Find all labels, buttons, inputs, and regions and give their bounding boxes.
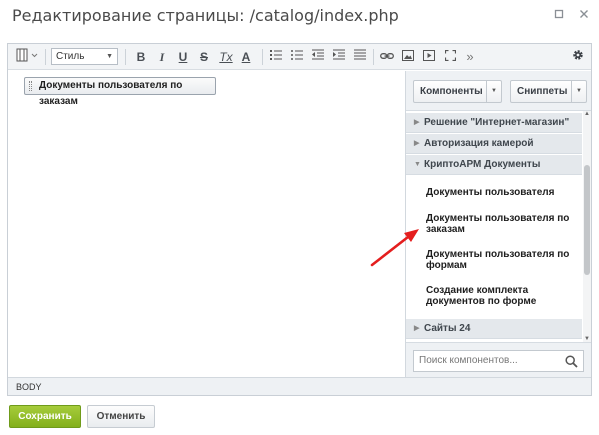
component-search-bar: Поиск компонентов...	[406, 342, 591, 377]
chevron-right-icon: ▶	[414, 140, 420, 147]
snippets-tab-button[interactable]: Сниппеты ▼	[510, 80, 587, 103]
toolbar-separator	[125, 49, 126, 65]
component-chip[interactable]: Документы пользователя по заказам	[24, 77, 216, 107]
toolbar-separator	[262, 49, 263, 65]
sidebar-tabs: Компоненты ▼ Сниппеты ▼	[406, 71, 591, 111]
toolbar-separator	[373, 49, 374, 65]
remove-format-button[interactable]: Tx	[218, 48, 234, 66]
restore-icon[interactable]	[552, 9, 566, 23]
view-mode-icon[interactable]	[15, 48, 41, 66]
indent-icon[interactable]	[332, 48, 346, 66]
chevron-down-icon: ▼	[414, 161, 421, 168]
underline-button[interactable]: U	[176, 48, 190, 66]
chevron-down-icon[interactable]: ▼	[571, 81, 586, 102]
category-cryptoarm-documents[interactable]: ▼ КриптоАРМ Документы	[406, 155, 582, 175]
category-internet-shop[interactable]: ▶ Решение "Интернет-магазин"	[406, 113, 582, 133]
align-justify-icon[interactable]	[353, 48, 367, 66]
chevron-down-icon[interactable]: ▼	[486, 81, 501, 102]
components-tab-label: Компоненты	[420, 86, 483, 97]
fullscreen-icon[interactable]	[443, 48, 457, 66]
style-select[interactable]: Стиль ▼	[51, 48, 118, 65]
style-select-value: Стиль	[56, 51, 85, 62]
category-camera-auth[interactable]: ▶ Авторизация камерой	[406, 134, 582, 154]
category-sites-24[interactable]: ▶ Сайты 24	[406, 319, 582, 339]
video-icon[interactable]	[422, 48, 436, 66]
components-sidebar: Компоненты ▼ Сниппеты ▼ ▶ Решение "Интер…	[405, 71, 591, 377]
more-tools-button[interactable]: »	[463, 48, 477, 66]
component-item[interactable]: Документы пользователя по заказам	[426, 213, 576, 235]
search-icon[interactable]	[565, 355, 578, 368]
chevron-right-icon: ▶	[414, 119, 420, 126]
editor-content-area[interactable]: Документы пользователя по заказам	[8, 71, 405, 377]
search-placeholder: Поиск компонентов...	[419, 355, 518, 366]
bold-button[interactable]: B	[134, 48, 148, 66]
components-tab-button[interactable]: Компоненты ▼	[413, 80, 502, 103]
component-item[interactable]: Документы пользователя	[426, 187, 576, 198]
component-search-input[interactable]: Поиск компонентов...	[413, 350, 584, 372]
chevron-right-icon: ▶	[414, 325, 420, 332]
save-button[interactable]: Сохранить	[9, 405, 81, 428]
category-label: Сайты 24	[424, 323, 471, 334]
toolbar-separator	[45, 49, 46, 65]
snippets-tab-label: Сниппеты	[517, 86, 568, 97]
outdent-icon[interactable]	[311, 48, 325, 66]
editor-toolbar: Стиль ▼ B I U S Tx A »	[8, 44, 591, 70]
category-label: КриптоАРМ Документы	[424, 159, 541, 170]
component-chip-label: Документы пользователя по заказам	[39, 80, 183, 107]
window-titlebar: Редактирование страницы: /catalog/index.…	[0, 0, 599, 40]
strikethrough-button[interactable]: S	[197, 48, 211, 66]
drag-handle-icon[interactable]	[29, 81, 32, 91]
gear-icon[interactable]	[571, 48, 585, 66]
element-path-bar: BODY	[8, 377, 591, 395]
scrollbar-thumb[interactable]	[584, 165, 590, 275]
element-path[interactable]: BODY	[16, 382, 42, 392]
link-icon[interactable]	[379, 48, 395, 66]
category-label: Авторизация камерой	[424, 138, 534, 149]
category-label: Решение "Интернет-магазин"	[424, 117, 570, 128]
ordered-list-icon[interactable]	[269, 48, 283, 66]
cancel-button[interactable]: Отменить	[87, 405, 155, 428]
sidebar-scrollbar[interactable]: ▲ ▼	[583, 111, 591, 342]
unordered-list-icon[interactable]	[290, 48, 304, 66]
text-color-button[interactable]: A	[239, 48, 253, 66]
chevron-down-icon: ▼	[106, 53, 113, 60]
component-item[interactable]: Документы пользователя по формам	[426, 249, 576, 271]
html-editor: Стиль ▼ B I U S Tx A » Документы пользов…	[7, 43, 592, 396]
scroll-up-icon[interactable]: ▲	[583, 111, 591, 117]
window-title: Редактирование страницы: /catalog/index.…	[12, 6, 399, 25]
italic-button[interactable]: I	[155, 48, 169, 66]
component-item[interactable]: Создание комплекта документов по форме	[426, 285, 576, 307]
close-icon[interactable]	[577, 9, 591, 23]
image-icon[interactable]	[401, 48, 415, 66]
